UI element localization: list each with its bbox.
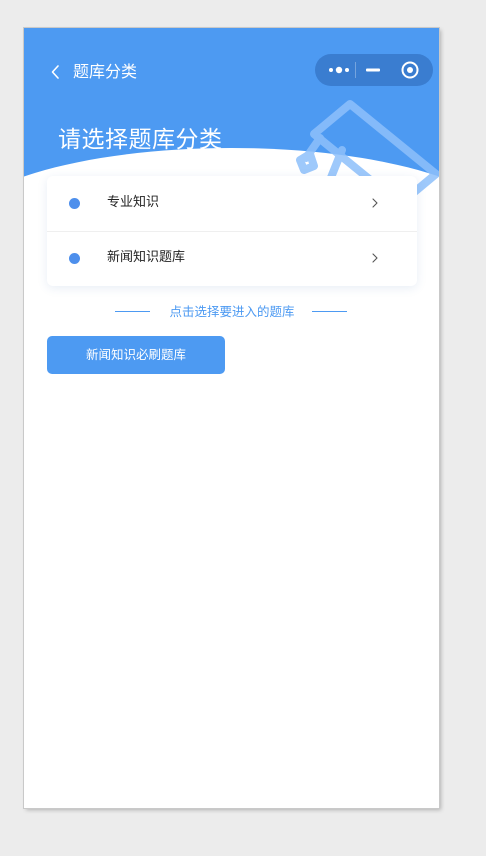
hint-line-right <box>312 311 347 312</box>
bullet-dot-icon <box>69 198 80 209</box>
more-button[interactable] <box>319 54 359 86</box>
bullet-dot-icon <box>69 253 80 264</box>
category-label: 专业知识 <box>107 195 160 210</box>
target-close-icon <box>401 61 419 79</box>
category-card: 专业知识 新闻知识题库 <box>47 176 417 286</box>
chevron-right-icon <box>372 198 378 208</box>
news-question-bank-button[interactable]: 新闻知识必刷题库 <box>47 336 225 374</box>
page-title: 题库分类 <box>73 62 138 81</box>
phone-screen: 题库分类 请选择题库分类 专业知识 新闻知识题库 点击选择要进入的题库 新闻知识… <box>24 28 439 808</box>
category-item-news[interactable]: 新闻知识题库 <box>47 231 417 286</box>
hint-line-left <box>115 311 150 312</box>
hero-heading: 请选择题库分类 <box>58 127 223 153</box>
chevron-left-icon[interactable] <box>46 62 66 82</box>
minimize-button[interactable] <box>354 54 394 86</box>
more-dots-icon <box>329 66 349 74</box>
chevron-right-icon <box>372 253 378 263</box>
selection-hint: 点击选择要进入的题库 <box>24 302 439 322</box>
capsule-menu <box>315 54 433 86</box>
hint-text: 点击选择要进入的题库 <box>169 304 295 319</box>
minimize-icon <box>366 68 380 72</box>
navigation-bar: 题库分类 <box>24 50 439 94</box>
close-button[interactable] <box>391 54 431 86</box>
category-label: 新闻知识题库 <box>107 250 186 265</box>
category-item-professional[interactable]: 专业知识 <box>47 176 417 232</box>
